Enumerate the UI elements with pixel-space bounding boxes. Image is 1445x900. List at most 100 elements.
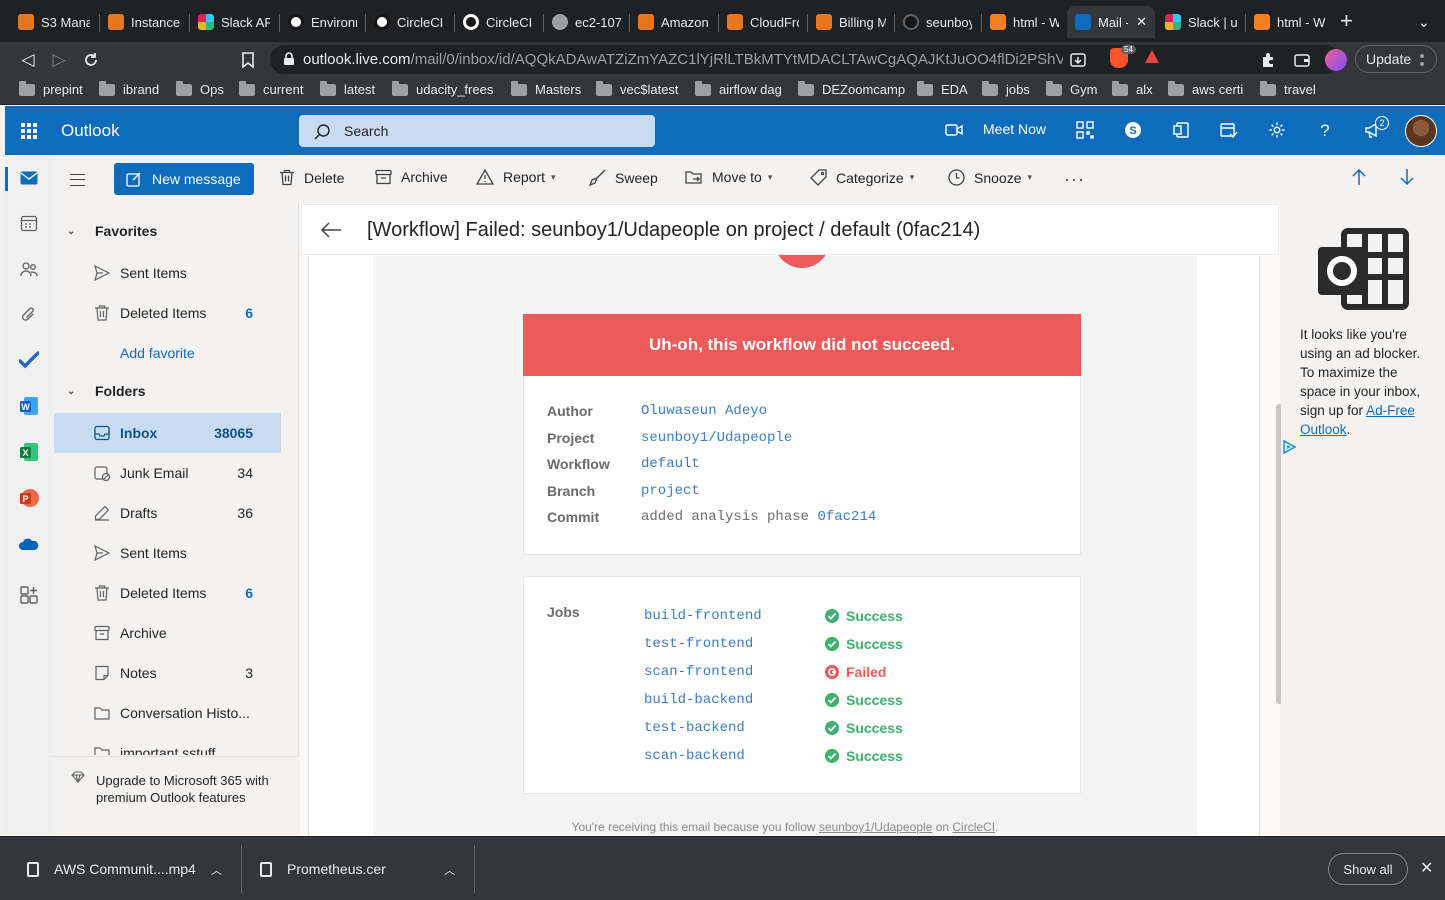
upgrade-banner[interactable]: Upgrade to Microsoft 365 with premium Ou… (53, 756, 299, 836)
show-all-button[interactable]: Show all (1328, 853, 1408, 885)
folder-junk-email[interactable]: Junk Email 34 (54, 453, 281, 493)
new-message-button[interactable]: New message (114, 163, 254, 195)
tab-environment[interactable]: Environm (280, 6, 365, 38)
folder-deleted-items-favorite[interactable]: Deleted Items 6 (54, 293, 281, 333)
tab-circleci-1[interactable]: CircleCI (366, 6, 454, 38)
job-link[interactable]: scan-backend (644, 748, 825, 764)
tab-amazon[interactable]: Amazon (630, 6, 718, 38)
move-to-button[interactable]: Move to ▾ (685, 169, 772, 185)
bookmark-folder[interactable]: airflow dag (695, 80, 782, 97)
job-link[interactable]: build-backend (644, 692, 825, 708)
bookmark-folder[interactable]: ibrand (99, 80, 159, 97)
extensions-icon[interactable] (1256, 48, 1280, 72)
tab-stackoverflow-1[interactable]: html - W (982, 6, 1067, 38)
office-icon[interactable] (1171, 120, 1191, 140)
tab-ec2[interactable]: ec2-107- (544, 6, 629, 38)
forward-icon[interactable]: ▷ (47, 48, 71, 72)
folder-archive[interactable]: Archive (54, 613, 281, 653)
word-icon[interactable]: W (19, 396, 39, 416)
sweep-button[interactable]: Sweep (589, 169, 658, 186)
download-item[interactable]: Prometheus.cer ︿ (260, 837, 470, 900)
bookmark-folder[interactable]: prepint (19, 80, 83, 97)
snooze-button[interactable]: Snooze ▾ (948, 169, 1032, 186)
avatar[interactable] (1405, 115, 1437, 147)
bookmark-folder[interactable]: Masters (511, 80, 581, 97)
onedrive-icon[interactable] (19, 534, 39, 554)
previous-message-button[interactable] (1351, 168, 1376, 186)
address-bar[interactable]: outlook.live.com/mail/0/inbox/id/AQQkADA… (270, 45, 1340, 74)
folder-drafts[interactable]: Drafts 36 (54, 493, 281, 533)
calendar-icon[interactable] (19, 213, 39, 233)
excel-icon[interactable]: X (19, 442, 39, 462)
job-link[interactable]: test-backend (644, 720, 825, 736)
tab-s3[interactable]: S3 Mana (10, 6, 98, 38)
bookmark-icon[interactable] (236, 48, 260, 72)
qr-code-icon[interactable] (1075, 120, 1095, 140)
bookmark-folder[interactable]: latest (320, 80, 375, 97)
next-message-button[interactable] (1399, 168, 1424, 186)
help-icon[interactable]: ? (1315, 120, 1335, 140)
job-link[interactable]: build-frontend (644, 608, 825, 624)
workflow-link[interactable]: default (641, 456, 700, 472)
project-link[interactable]: seunboy1/Udapeople (641, 430, 792, 446)
tab-cloudfront[interactable]: CloudFro (719, 6, 807, 38)
bookmark-folder[interactable]: Ops (176, 80, 224, 97)
bookmark-folder[interactable]: DEZoomcamp (798, 80, 905, 97)
tab-mail-active[interactable]: Mail - ✕ (1067, 6, 1155, 38)
chevron-down-icon[interactable]: ⌄ (1418, 14, 1430, 31)
powerpoint-icon[interactable]: P (19, 488, 39, 508)
wallet-icon[interactable] (1290, 48, 1314, 72)
search-input[interactable]: Search (299, 115, 655, 147)
job-link[interactable]: scan-frontend (644, 664, 825, 680)
bookmark-folder[interactable]: Gym (1046, 80, 1097, 97)
bookmark-folder[interactable]: jobs (982, 80, 1030, 97)
gear-icon[interactable] (1267, 120, 1287, 140)
folders-section-header[interactable]: ⌄ Folders (67, 383, 146, 399)
archive-button[interactable]: Archive (375, 169, 448, 185)
skype-icon[interactable]: S (1123, 120, 1143, 140)
tab-billing[interactable]: Billing M (808, 6, 894, 38)
install-icon[interactable] (1070, 52, 1086, 68)
report-button[interactable]: Report ▾ (476, 169, 556, 185)
hamburger-menu-icon[interactable] (70, 174, 85, 186)
update-button[interactable]: Update (1355, 45, 1437, 73)
close-icon[interactable]: ✕ (1136, 14, 1147, 30)
back-icon[interactable]: ◁ (16, 48, 40, 72)
commit-hash-link[interactable]: 0fac214 (817, 509, 876, 525)
video-camera-icon[interactable] (944, 120, 964, 140)
close-icon[interactable]: ✕ (1420, 858, 1433, 878)
todo-check-icon[interactable] (19, 350, 39, 370)
bookmark-folder[interactable]: travel (1260, 80, 1316, 97)
bat-rewards-icon[interactable] (1145, 50, 1159, 63)
folder-notes[interactable]: Notes 3 (54, 653, 281, 693)
author-link[interactable]: Oluwaseun Adeyo (641, 403, 767, 419)
ad-choices-icon[interactable] (1282, 440, 1296, 454)
people-icon[interactable] (19, 259, 39, 279)
bookmark-folder[interactable]: current (239, 80, 303, 97)
tab-circleci-2[interactable]: CircleCI (455, 6, 543, 38)
bookmark-folder[interactable]: EDA (917, 80, 968, 97)
folder-sent-items-favorite[interactable]: Sent Items (54, 253, 281, 293)
meet-now-button[interactable]: Meet Now (983, 121, 1046, 137)
download-item[interactable]: AWS Communit....mp4 ︿ (27, 837, 237, 900)
circleci-link[interactable]: CircleCI (952, 820, 995, 834)
folder-inbox[interactable]: Inbox 38065 (54, 413, 281, 453)
tab-instances[interactable]: Instance (100, 6, 188, 38)
bookmark-folder[interactable]: vec$latest (596, 80, 679, 97)
new-tab-icon[interactable]: + (1340, 10, 1353, 32)
back-arrow-icon[interactable] (320, 221, 342, 239)
tab-stackoverflow-2[interactable]: html - W (1246, 6, 1334, 38)
job-link[interactable]: test-frontend (644, 636, 825, 652)
more-options-icon[interactable]: ··· (1064, 169, 1085, 190)
chevron-up-icon[interactable]: ︿ (211, 862, 222, 878)
tab-slack[interactable]: Slack | u (1157, 6, 1245, 38)
folder-conversation-history[interactable]: Conversation Histo... (54, 693, 281, 733)
more-apps-icon[interactable] (19, 585, 39, 605)
my-day-icon[interactable] (1219, 120, 1239, 140)
tab-github[interactable]: seunboy (895, 6, 980, 38)
folder-sent-items[interactable]: Sent Items (54, 533, 281, 573)
favorites-section-header[interactable]: ⌄ Favorites (67, 223, 157, 239)
tab-slack-api[interactable]: Slack API (190, 6, 278, 38)
app-launcher-icon[interactable] (21, 123, 37, 139)
project-link[interactable]: seunboy1/Udapeople (819, 820, 932, 834)
